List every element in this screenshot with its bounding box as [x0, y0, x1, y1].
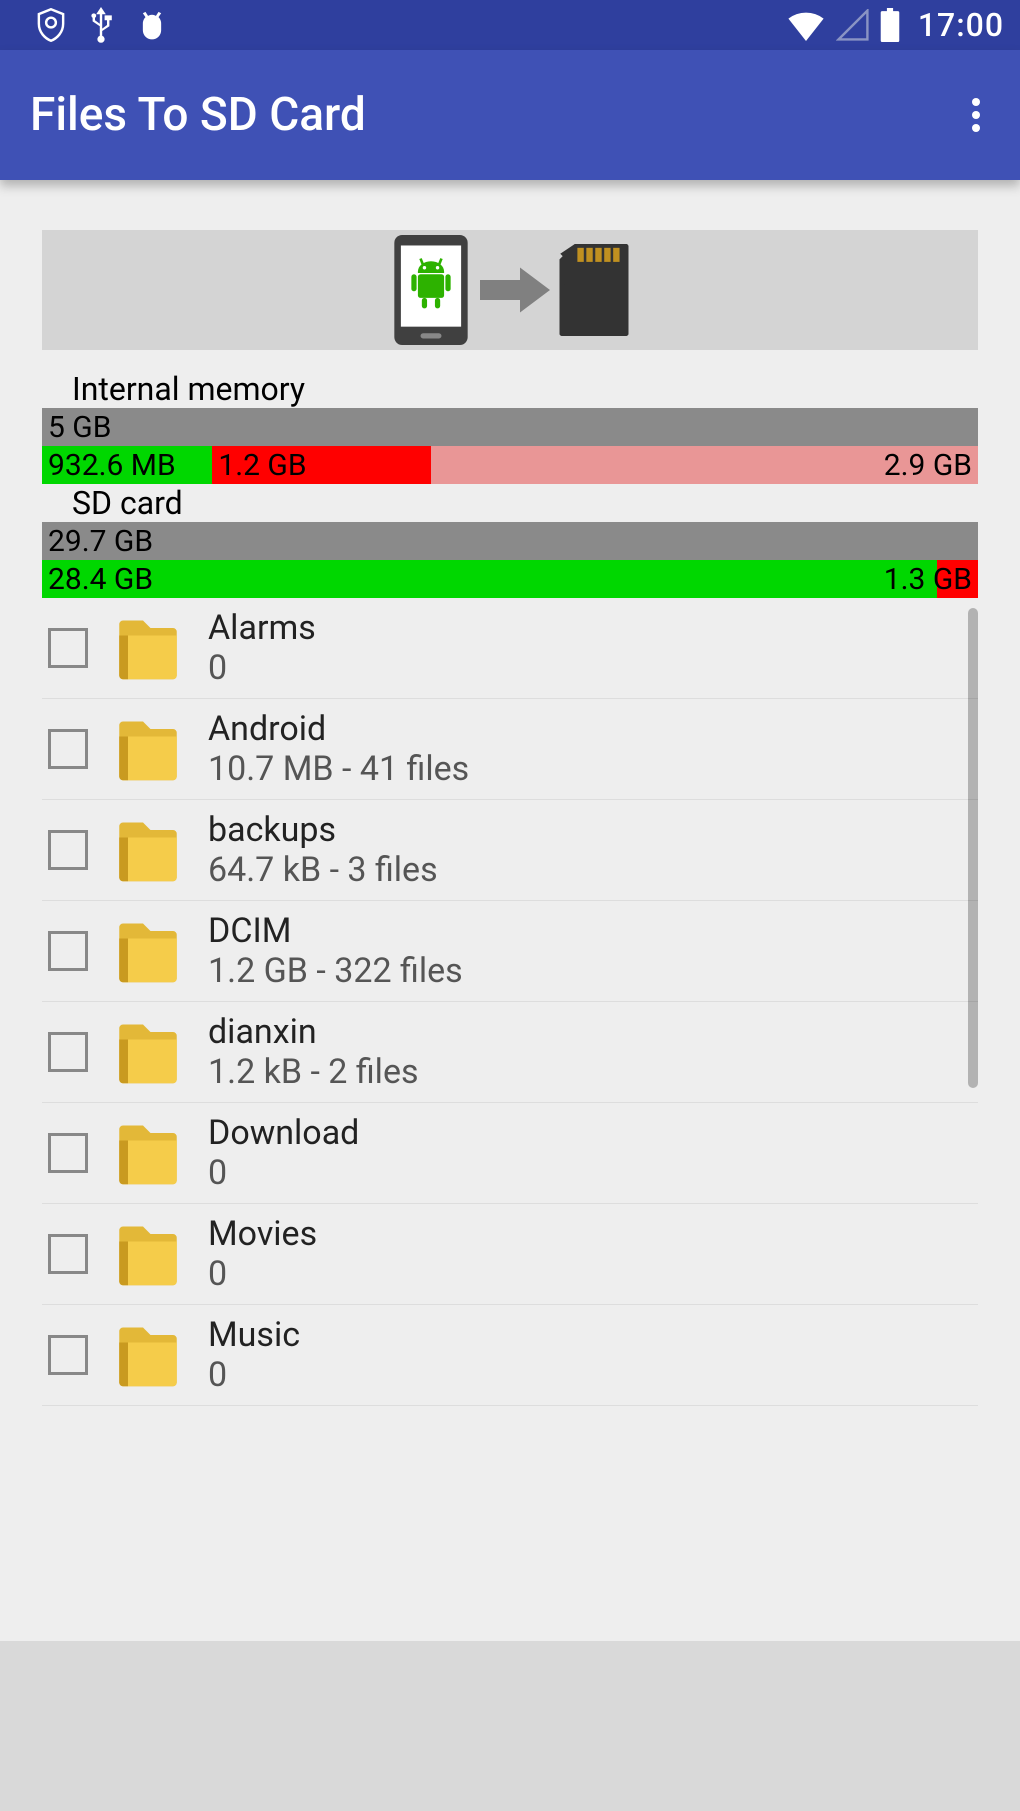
list-item[interactable]: Movies0: [42, 1204, 978, 1305]
list-item[interactable]: backups64.7 kB - 3 files: [42, 800, 978, 901]
internal-seg-apps: 1.2 GB: [212, 446, 431, 484]
folder-icon: [118, 1118, 178, 1188]
row-texts: DCIM1.2 GB - 322 files: [208, 911, 463, 991]
sd-label: SD card: [42, 484, 978, 522]
app-bar: Files To SD Card: [0, 50, 1020, 180]
status-right: 17:00: [786, 6, 1004, 44]
folder-subtitle: 0: [208, 1355, 300, 1395]
signal-icon: [836, 9, 870, 41]
folder-icon: [118, 1017, 178, 1087]
folder-icon: [118, 1219, 178, 1289]
status-left: [16, 7, 168, 43]
overflow-menu-icon[interactable]: [962, 88, 990, 142]
checkbox[interactable]: [48, 1133, 88, 1173]
folder-icon: [118, 1320, 178, 1390]
folder-name: Music: [208, 1315, 300, 1355]
list-item[interactable]: Android10.7 MB - 41 files: [42, 699, 978, 800]
folder-list[interactable]: Alarms0 Android10.7 MB - 41 files backup…: [42, 598, 978, 1406]
bug-icon: [136, 8, 168, 42]
battery-icon: [880, 8, 900, 42]
internal-label: Internal memory: [42, 370, 978, 408]
row-texts: Movies0: [208, 1214, 317, 1294]
app-title: Files To SD Card: [30, 88, 366, 142]
list-item[interactable]: Music0: [42, 1305, 978, 1406]
folder-icon: [118, 815, 178, 885]
sd-usage-bar: 28.4 GB 1.3 GB: [42, 560, 978, 598]
sdcard-icon: [559, 244, 629, 336]
bottom-bar: [0, 1641, 1020, 1811]
wifi-icon: [786, 9, 826, 41]
folder-subtitle: 10.7 MB - 41 files: [208, 749, 469, 789]
row-texts: dianxin1.2 kB - 2 files: [208, 1012, 419, 1092]
row-texts: Music0: [208, 1315, 300, 1395]
status-time: 17:00: [918, 6, 1004, 44]
transfer-banner[interactable]: [42, 230, 978, 350]
folder-name: DCIM: [208, 911, 463, 951]
row-texts: Android10.7 MB - 41 files: [208, 709, 469, 789]
checkbox[interactable]: [48, 830, 88, 870]
sd-seg-free: 28.4 GB: [42, 560, 937, 598]
checkbox[interactable]: [48, 1335, 88, 1375]
folder-icon: [118, 714, 178, 784]
phone-icon: [391, 235, 471, 345]
folder-name: dianxin: [208, 1012, 419, 1052]
internal-seg-free: 932.6 MB: [42, 446, 212, 484]
checkbox[interactable]: [48, 729, 88, 769]
checkbox[interactable]: [48, 1032, 88, 1072]
list-item[interactable]: Alarms0: [42, 598, 978, 699]
sd-seg-used: 1.3 GB: [937, 560, 978, 598]
folder-subtitle: 1.2 GB - 322 files: [208, 951, 463, 991]
internal-usage-bar: 932.6 MB 1.2 GB 2.9 GB: [42, 446, 978, 484]
row-texts: Download0: [208, 1113, 359, 1193]
folder-icon: [118, 916, 178, 986]
checkbox[interactable]: [48, 1234, 88, 1274]
folder-name: backups: [208, 810, 438, 850]
storage-stats: Internal memory 5 GB 932.6 MB 1.2 GB 2.9…: [42, 370, 978, 598]
folder-name: Movies: [208, 1214, 317, 1254]
folder-icon: [118, 613, 178, 683]
folder-name: Android: [208, 709, 469, 749]
row-texts: backups64.7 kB - 3 files: [208, 810, 438, 890]
folder-subtitle: 1.2 kB - 2 files: [208, 1052, 419, 1092]
scrollbar[interactable]: [968, 608, 978, 1088]
folder-subtitle: 64.7 kB - 3 files: [208, 850, 438, 890]
checkbox[interactable]: [48, 628, 88, 668]
list-item[interactable]: dianxin1.2 kB - 2 files: [42, 1002, 978, 1103]
list-item[interactable]: Download0: [42, 1103, 978, 1204]
folder-subtitle: 0: [208, 1254, 317, 1294]
folder-name: Download: [208, 1113, 359, 1153]
folder-name: Alarms: [208, 608, 316, 648]
usb-icon: [88, 7, 114, 43]
list-item[interactable]: DCIM1.2 GB - 322 files: [42, 901, 978, 1002]
folder-subtitle: 0: [208, 648, 316, 688]
arrow-right-icon: [477, 265, 553, 315]
row-texts: Alarms0: [208, 608, 316, 688]
checkbox[interactable]: [48, 931, 88, 971]
internal-seg-other: 2.9 GB: [431, 446, 978, 484]
internal-total: 5 GB: [42, 408, 978, 446]
shield-icon: [36, 8, 66, 42]
status-bar: 17:00: [0, 0, 1020, 50]
folder-subtitle: 0: [208, 1153, 359, 1193]
sd-total: 29.7 GB: [42, 522, 978, 560]
